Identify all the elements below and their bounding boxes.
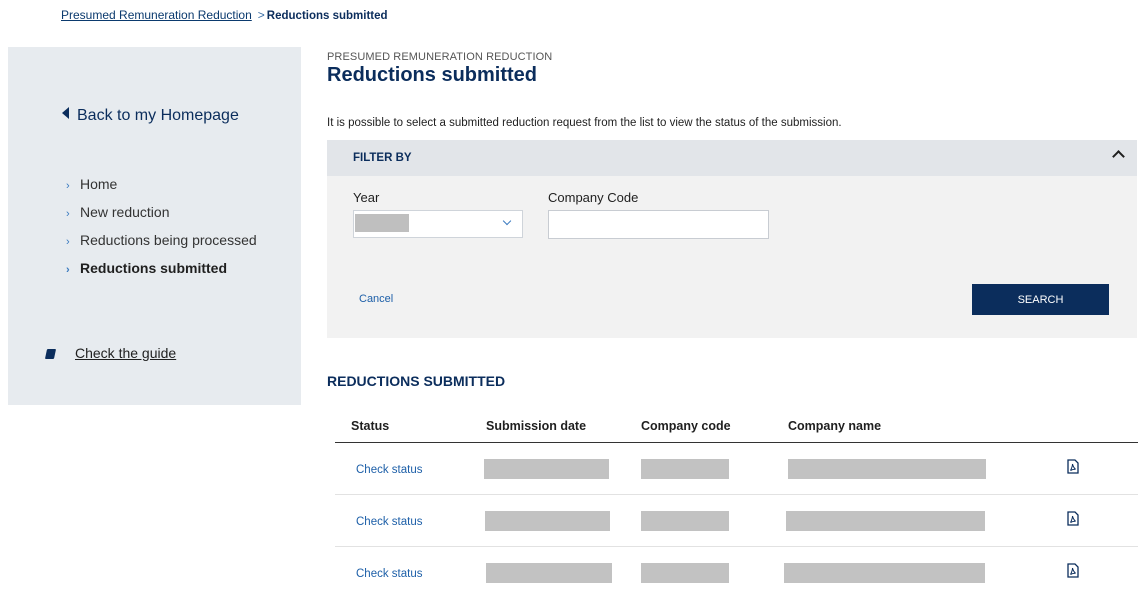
company-name-cell	[784, 563, 985, 583]
chevron-down-icon	[503, 217, 511, 225]
sidebar-item-label: Home	[80, 176, 117, 192]
page-kicker: PRESUMED REMUNERATION REDUCTION	[327, 51, 552, 63]
table-row: Check status	[335, 547, 1138, 598]
table-header-row: Status Submission date Company code Comp…	[335, 410, 1138, 443]
company-code-input[interactable]	[548, 210, 769, 239]
submission-date-cell	[486, 563, 612, 583]
chevron-right-icon: ›	[66, 235, 72, 249]
triangle-left-icon	[62, 107, 69, 119]
chevron-up-icon[interactable]	[1112, 150, 1125, 163]
cancel-link[interactable]: Cancel	[359, 293, 393, 305]
chevron-right-icon: ›	[66, 179, 72, 193]
chevron-right-icon: ›	[66, 263, 72, 277]
filter-header[interactable]: FILTER BY	[327, 140, 1137, 176]
column-header-submission-date: Submission date	[486, 410, 641, 443]
sidebar-item-reductions-submitted[interactable]: › Reductions submitted	[66, 261, 257, 289]
breadcrumb: Presumed Remuneration Reduction >Reductio…	[61, 8, 388, 22]
pdf-icon[interactable]	[1066, 563, 1080, 583]
sidebar-item-new-reduction[interactable]: › New reduction	[66, 205, 257, 233]
page-title: Reductions submitted	[327, 64, 537, 87]
results-title: REDUCTIONS SUBMITTED	[327, 373, 505, 389]
company-name-cell	[786, 511, 985, 531]
check-status-link[interactable]: Check status	[356, 464, 422, 476]
submission-date-cell	[485, 511, 610, 531]
book-icon	[45, 349, 56, 359]
sidebar-item-label: Reductions submitted	[80, 260, 227, 276]
table-row: Check status	[335, 443, 1138, 495]
sidebar-item-reductions-being-processed[interactable]: › Reductions being processed	[66, 233, 257, 261]
search-button[interactable]: SEARCH	[972, 284, 1109, 315]
breadcrumb-current: Reductions submitted	[267, 10, 388, 22]
company-code-label: Company Code	[548, 190, 638, 205]
back-to-homepage-link[interactable]: Back to my Homepage	[62, 107, 239, 125]
sidebar-item-label: New reduction	[80, 204, 170, 220]
check-status-link[interactable]: Check status	[356, 516, 422, 528]
breadcrumb-link-presumed-remuneration-reduction[interactable]: Presumed Remuneration Reduction	[61, 8, 252, 22]
company-code-cell	[641, 459, 729, 479]
filter-title: FILTER BY	[353, 152, 412, 164]
column-header-company-name: Company name	[788, 410, 1021, 443]
sidebar: Back to my Homepage › Home › New reduction…	[8, 47, 301, 405]
submission-date-cell	[484, 459, 609, 479]
year-select-value	[355, 214, 409, 232]
page-intro: It is possible to select a submitted red…	[327, 117, 842, 129]
column-header-actions	[1021, 410, 1138, 443]
sidebar-nav: › Home › New reduction › Reductions being p…	[66, 177, 257, 289]
sidebar-item-label: Reductions being processed	[80, 232, 257, 248]
company-code-cell	[641, 511, 729, 531]
breadcrumb-separator: >	[258, 8, 265, 22]
table-row: Check status	[335, 495, 1138, 547]
pdf-icon[interactable]	[1066, 511, 1080, 531]
check-guide: Check the guide	[46, 345, 176, 361]
check-guide-link[interactable]: Check the guide	[75, 345, 176, 361]
company-code-cell	[641, 563, 729, 583]
back-to-homepage-label: Back to my Homepage	[77, 107, 239, 124]
company-name-cell	[788, 459, 986, 479]
column-header-company-code: Company code	[641, 410, 788, 443]
year-select[interactable]	[353, 210, 523, 238]
pdf-icon[interactable]	[1066, 459, 1080, 479]
filter-panel: FILTER BY Year Company Code Cancel SEARC…	[327, 140, 1137, 338]
sidebar-item-home[interactable]: › Home	[66, 177, 257, 205]
year-label: Year	[353, 190, 379, 205]
results-table: Status Submission date Company code Comp…	[335, 410, 1138, 598]
chevron-right-icon: ›	[66, 207, 72, 221]
column-header-status: Status	[335, 410, 486, 443]
